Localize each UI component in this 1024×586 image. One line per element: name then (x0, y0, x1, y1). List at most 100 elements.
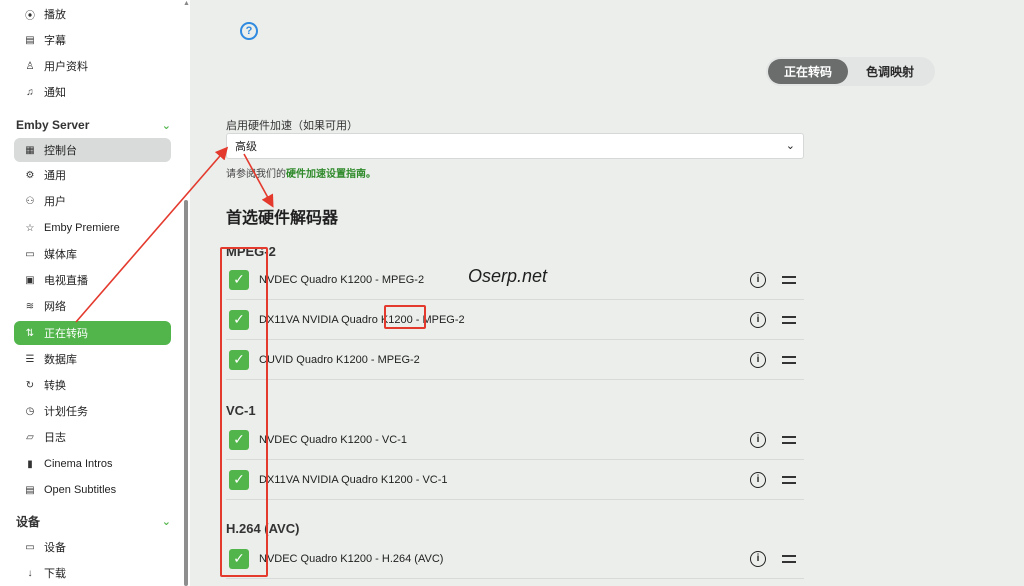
drag-handle-icon[interactable] (782, 554, 796, 563)
sidebar-item-label: Emby Premiere (44, 222, 120, 234)
sidebar-item-devices[interactable]: ▭ 设备 (14, 535, 171, 559)
sidebar-item-label: Cinema Intros (44, 458, 113, 470)
hw-accel-help: 请参阅我们的硬件加速设置指南。 (226, 165, 376, 180)
tab-bar: 正在转码 色调映射 (766, 57, 935, 86)
sidebar-item-convert[interactable]: ↻ 转换 (14, 373, 171, 397)
sidebar-item-general[interactable]: ⚙ 通用 (14, 163, 171, 187)
help-prefix: 请参阅我们的 (226, 169, 286, 180)
download-icon: ↓ (27, 567, 33, 579)
sidebar-item-network[interactable]: ≋ 网络 (14, 294, 171, 318)
sidebar-item-label: 用户资料 (44, 61, 88, 73)
sidebar-item-playback[interactable]: ⦿ 播放 (14, 2, 171, 26)
drag-handle-icon[interactable] (782, 475, 796, 484)
annotation-box-checkboxes (220, 247, 268, 577)
sidebar-section-emby-server[interactable]: Emby Server ⌄ (16, 115, 171, 135)
sidebar-item-users[interactable]: ⚇ 用户 (14, 189, 171, 213)
sidebar-item-label: 转换 (44, 380, 66, 392)
info-icon[interactable]: i (750, 311, 766, 328)
help-icon[interactable]: ? (240, 22, 258, 40)
decoder-label: DX11VA NVIDIA Quadro K1200 - MPEG-2 (259, 313, 465, 326)
sidebar-scrollbar[interactable] (184, 200, 188, 586)
gear-icon: ⚙ (25, 169, 35, 181)
watermark-text: Oserp.net (468, 266, 548, 286)
sidebar-item-cinema-intros[interactable]: ▮ Cinema Intros (14, 452, 171, 476)
film-icon: ▮ (27, 458, 33, 470)
drag-handle-icon[interactable] (782, 315, 796, 324)
sidebar-item-label: 通用 (44, 170, 66, 182)
sidebar-item-label: 控制台 (44, 145, 77, 157)
sidebar-item-profile[interactable]: ♙ 用户资料 (14, 54, 171, 78)
drag-handle-icon[interactable] (782, 275, 796, 284)
info-icon[interactable]: i (750, 550, 766, 567)
sidebar-item-label: 电视直播 (44, 275, 88, 287)
bell-icon: ♫ (26, 86, 34, 98)
section-title: Emby Server (16, 118, 90, 132)
decoder-row: ✓ DX11VA NVIDIA Quadro K1200 - VC-1 i (226, 460, 804, 500)
sidebar-item-label: 设备 (44, 542, 66, 554)
sidebar-item-open-subtitles[interactable]: ▤ Open Subtitles (14, 478, 171, 502)
person-icon: ♙ (25, 60, 35, 72)
info-icon[interactable]: i (750, 351, 766, 368)
preferred-decoders-title: 首选硬件解码器 (226, 210, 339, 227)
main-content: ? 正在转码 色调映射 启用硬件加速（如果可用） 高级 ⌄ 请参阅我们的硬件加速… (190, 0, 1024, 586)
sidebar-item-label: 日志 (44, 432, 66, 444)
sidebar-item-label: 下载 (44, 568, 66, 580)
sidebar-item-label: 播放 (44, 9, 66, 21)
decoder-row: ✓ NVDEC Quadro K1200 - H.264 (AVC) i (226, 539, 804, 579)
tab-transcoding[interactable]: 正在转码 (768, 59, 848, 84)
drag-handle-icon[interactable] (782, 435, 796, 444)
database-icon: ☰ (25, 353, 35, 365)
chevron-down-icon: ⌄ (785, 140, 795, 152)
sidebar-item-downloads[interactable]: ↓ 下载 (14, 561, 171, 585)
sidebar-item-emby-premiere[interactable]: ☆ Emby Premiere (14, 216, 171, 240)
sidebar-item-transcoding[interactable]: ⇅ 正在转码 (14, 321, 171, 345)
sidebar-item-database[interactable]: ☰ 数据库 (14, 347, 171, 371)
transcode-icon: ⇅ (25, 327, 35, 339)
play-circle-icon: ⦿ (25, 10, 35, 22)
drag-handle-icon[interactable] (782, 355, 796, 364)
annotation-box-model (384, 305, 426, 329)
decoder-label: NVDEC Quadro K1200 - MPEG-2 (259, 273, 425, 286)
folder-open-icon: ▱ (26, 431, 34, 443)
sidebar-item-label: 字幕 (44, 35, 66, 47)
chevron-down-icon: ⌄ (161, 515, 171, 528)
sidebar-item-subtitles[interactable]: ▤ 字幕 (14, 28, 171, 52)
sidebar-item-label: 正在转码 (44, 328, 88, 340)
subtitles-icon: ▤ (25, 484, 35, 496)
clock-icon: ◷ (25, 405, 35, 417)
star-icon: ☆ (25, 222, 35, 234)
decoder-label: DX11VA NVIDIA Quadro K1200 - VC-1 (259, 473, 448, 486)
sidebar-section-devices[interactable]: 设备 ⌄ (16, 511, 171, 531)
convert-icon: ↻ (25, 379, 35, 391)
info-icon[interactable]: i (750, 271, 766, 288)
decoder-label: CUVID Quadro K1200 - MPEG-2 (259, 353, 420, 366)
live-tv-icon: ▣ (25, 274, 35, 286)
dashboard-icon: ▦ (25, 144, 35, 156)
info-icon[interactable]: i (750, 431, 766, 448)
devices-icon: ▭ (25, 541, 35, 553)
tab-tone-mapping[interactable]: 色调映射 (848, 59, 932, 84)
sidebar-item-dashboard[interactable]: ▦ 控制台 (14, 138, 171, 162)
scroll-up-arrow-icon[interactable]: ▲ (183, 0, 190, 10)
hw-accel-guide-link[interactable]: 硬件加速设置指南。 (286, 169, 376, 180)
decoder-row: ✓ NVDEC Quadro K1200 - VC-1 i (226, 420, 804, 460)
sidebar: ⦿ 播放 ▤ 字幕 ♙ 用户资料 ♫ 通知 Emby Server ⌄ ▦ 控制… (0, 0, 190, 586)
sidebar-item-scheduled-tasks[interactable]: ◷ 计划任务 (14, 399, 171, 423)
decoder-row: ✓ CUVID Quadro K1200 - MPEG-2 i (226, 340, 804, 380)
hw-accel-label: 启用硬件加速（如果可用） (226, 120, 358, 132)
sidebar-item-label: 计划任务 (44, 406, 88, 418)
sidebar-item-live-tv[interactable]: ▣ 电视直播 (14, 268, 171, 292)
sidebar-item-label: 通知 (44, 87, 66, 99)
sidebar-item-label: 数据库 (44, 354, 77, 366)
decoder-row: ✓ DX11VA NVIDIA Quadro K1200 - MPEG-2 i (226, 300, 804, 340)
hw-accel-select[interactable]: 高级 ⌄ (226, 133, 804, 159)
hw-accel-value: 高级 (235, 141, 257, 153)
sidebar-item-library[interactable]: ▭ 媒体库 (14, 242, 171, 266)
section-title: 设备 (16, 514, 41, 529)
info-icon[interactable]: i (750, 471, 766, 488)
sidebar-item-notifications[interactable]: ♫ 通知 (14, 80, 171, 104)
sidebar-item-label: Open Subtitles (44, 484, 117, 496)
sidebar-item-logs[interactable]: ▱ 日志 (14, 425, 171, 449)
sidebar-item-label: 网络 (44, 301, 66, 313)
people-icon: ⚇ (25, 195, 35, 207)
